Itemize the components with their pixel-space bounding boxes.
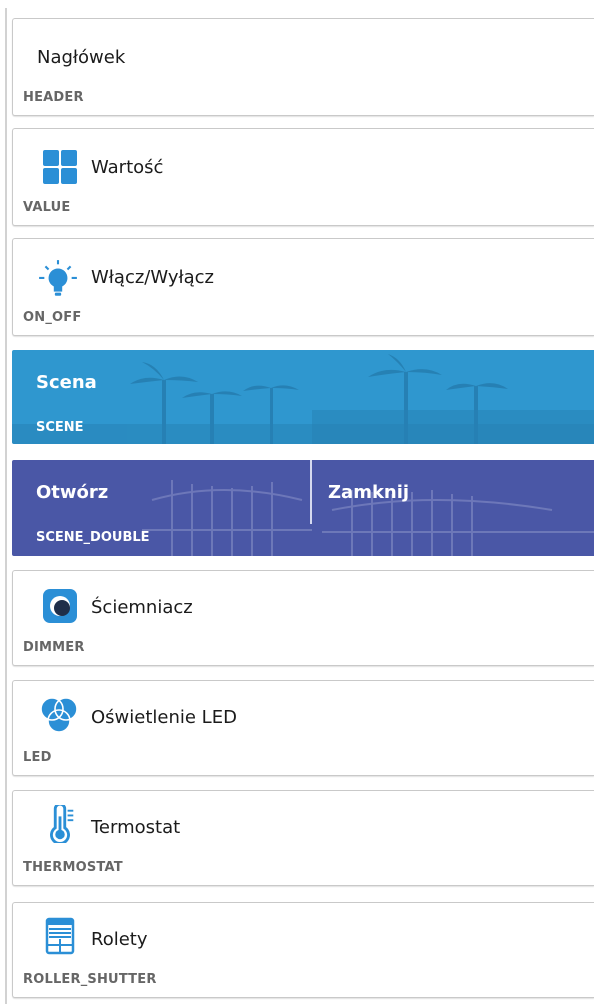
widget-thermostat[interactable]: Termostat THERMOSTAT [12, 790, 594, 886]
widget-title: Oświetlenie LED [91, 707, 237, 728]
grid-icon [43, 150, 77, 184]
widget-header[interactable]: Nagłówek HEADER [12, 18, 594, 116]
widget-title: Wartość [91, 157, 164, 178]
roller-shutter-icon [45, 917, 75, 955]
scene-divider [310, 460, 312, 524]
widget-roller-shutter[interactable]: Rolety ROLLER_SHUTTER [12, 902, 594, 998]
widget-type-label: LED [23, 750, 52, 765]
scene-close-button[interactable]: Zamknij [328, 482, 409, 503]
widget-type-label: ON_OFF [23, 310, 82, 325]
widget-title: Nagłówek [37, 47, 126, 68]
widget-title: Włącz/Wyłącz [91, 267, 214, 288]
widget-title: Rolety [91, 929, 148, 950]
widget-on-off[interactable]: Włącz/Wyłącz ON_OFF [12, 238, 594, 336]
widget-type-label: SCENE [36, 420, 84, 435]
widget-scene-double[interactable]: Otwórz Zamknij SCENE_DOUBLE [12, 460, 594, 556]
widget-title: Scena [36, 372, 97, 393]
widget-title: Ściemniacz [91, 597, 193, 618]
thermometer-icon [50, 805, 74, 843]
widget-title: Termostat [91, 817, 181, 838]
palm-trees-background [12, 354, 594, 444]
left-divider [5, 8, 7, 1004]
scene-open-button[interactable]: Otwórz [36, 482, 108, 503]
rgb-led-icon [40, 697, 78, 733]
lightbulb-icon [39, 260, 77, 296]
widget-type-label: THERMOSTAT [23, 860, 123, 875]
widget-type-label: ROLLER_SHUTTER [23, 972, 157, 987]
widget-scene[interactable]: Scena SCENE [12, 350, 594, 444]
widget-led[interactable]: Oświetlenie LED LED [12, 680, 594, 776]
dimmer-icon [43, 589, 77, 623]
widget-value[interactable]: Wartość VALUE [12, 128, 594, 226]
widget-type-label: DIMMER [23, 640, 85, 655]
widget-type-label: VALUE [23, 200, 71, 215]
widget-dimmer[interactable]: Ściemniacz DIMMER [12, 570, 594, 666]
widget-type-label: HEADER [23, 90, 84, 105]
widget-type-label: SCENE_DOUBLE [36, 530, 150, 545]
